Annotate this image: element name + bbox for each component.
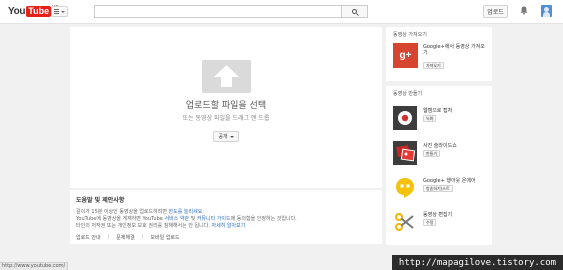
chevron-down-icon bbox=[229, 135, 234, 138]
help-text: 및 bbox=[189, 216, 197, 222]
bell-icon[interactable] bbox=[520, 6, 528, 15]
tool-label: Google+ 행아웃 온에어 bbox=[423, 178, 476, 184]
guide-icon bbox=[54, 9, 59, 14]
upload-button[interactable]: 업로드 bbox=[483, 5, 508, 18]
avatar[interactable] bbox=[541, 5, 552, 17]
search-button[interactable] bbox=[342, 5, 368, 18]
webcam-record-icon bbox=[393, 106, 417, 130]
blog-watermark: http://mapagilove.tistory.com bbox=[392, 255, 563, 270]
learn-more-link[interactable]: 자세히 알아보기 bbox=[212, 223, 246, 229]
tool-video-editor: 동영상 편집기 수정 bbox=[393, 210, 489, 238]
help-text: 길이가 15분 이상인 동영상을 업로드하려면 bbox=[76, 209, 169, 215]
import-videos-panel: 동영상 가져오기 g+ Google+에서 동영상 가져오기 가져오기 bbox=[386, 27, 492, 81]
tool-label: 동영상 편집기 bbox=[423, 212, 453, 218]
tool-label: 사진 슬라이드쇼 bbox=[423, 143, 457, 149]
divider: | bbox=[141, 234, 144, 240]
top-bar: You Tube KR 업로드 bbox=[0, 0, 563, 24]
increase-limit-link[interactable]: 한도를 늘리세요 bbox=[169, 209, 203, 215]
tool-hangouts: Google+ 행아웃 온에어 방송하기(스트 bbox=[393, 176, 489, 204]
create-slideshow-button[interactable]: 만들기 bbox=[423, 150, 441, 157]
mobile-upload-link[interactable]: 모바일 업로드 bbox=[150, 234, 179, 241]
help-text: . bbox=[202, 209, 204, 215]
tool-slideshow: 사진 슬라이드쇼 만들기 bbox=[393, 141, 489, 169]
import-button[interactable]: 가져오기 bbox=[423, 62, 444, 69]
upload-title[interactable]: 업로드할 파일을 선택 bbox=[70, 98, 382, 111]
help-panel: 도움말 및 제안사항 길이가 15분 이상인 동영상을 업로드하려면 한도를 늘… bbox=[70, 190, 382, 244]
help-title: 도움말 및 제안사항 bbox=[76, 197, 125, 204]
divider: | bbox=[107, 234, 110, 240]
hangouts-icon bbox=[393, 176, 417, 200]
help-text: YouTube에 동영상을 게재하면 YouTube bbox=[76, 216, 165, 222]
create-title: 동영상 만들기 bbox=[393, 91, 423, 97]
help-text: 타인의 저작권 또는 개인정보 보호 권리를 침해해서는 안 됩니다. bbox=[76, 223, 212, 229]
search-icon bbox=[352, 9, 357, 14]
help-line-copyright: 타인의 저작권 또는 개인정보 보호 권리를 침해해서는 안 됩니다. 자세히 … bbox=[76, 223, 376, 230]
google-plus-icon: g+ bbox=[393, 43, 418, 68]
help-footer: 업로드 안내 | 문제해결 | 모바일 업로드 bbox=[76, 234, 180, 241]
tool-label: 웹캠으로 캡처 bbox=[423, 108, 453, 114]
upload-guide-link[interactable]: 업로드 안내 bbox=[76, 234, 101, 241]
google-plus-import-text: Google+에서 동영상 가져오기 bbox=[423, 44, 485, 56]
privacy-dropdown[interactable]: 공개 bbox=[213, 131, 239, 142]
guide-button[interactable] bbox=[51, 6, 68, 17]
record-button[interactable]: 녹화 bbox=[423, 115, 437, 122]
troubleshooting-link[interactable]: 문제해결 bbox=[116, 234, 134, 241]
upload-subtitle: 또는 동영상 파일을 드래그 앤 드롭 bbox=[182, 115, 270, 122]
create-videos-panel: 동영상 만들기 웹캠으로 캡처 녹화 사진 슬라이드쇼 만들기 Google+ … bbox=[386, 86, 492, 245]
help-line-limit: 길이가 15분 이상인 동영상을 업로드하려면 한도를 늘리세요. bbox=[76, 209, 376, 216]
privacy-label: 공개 bbox=[218, 134, 228, 140]
logo-you-text: You bbox=[8, 6, 26, 17]
broadcast-button[interactable]: 방송하기(스트 bbox=[423, 185, 453, 192]
community-guidelines-link[interactable]: 커뮤니티 가이드 bbox=[197, 216, 231, 222]
browser-status-bar: http://www.youtube.com/ bbox=[0, 262, 68, 270]
upload-arrow-icon[interactable] bbox=[202, 60, 251, 93]
help-line-terms: YouTube에 동영상을 게재하면 YouTube 서비스 약관 및 커뮤니티… bbox=[76, 216, 376, 223]
upload-panel[interactable]: 업로드할 파일을 선택 또는 동영상 파일을 드래그 앤 드롭 공개 bbox=[70, 27, 382, 188]
photo-slideshow-icon bbox=[393, 141, 417, 165]
edit-button[interactable]: 수정 bbox=[423, 219, 437, 226]
scissors-icon bbox=[393, 210, 417, 234]
tool-webcam: 웹캠으로 캡처 녹화 bbox=[393, 106, 489, 134]
search-input[interactable] bbox=[94, 5, 342, 18]
logo-tube-text: Tube bbox=[26, 6, 52, 17]
import-title: 동영상 가져오기 bbox=[393, 32, 427, 38]
chevron-down-icon bbox=[61, 10, 65, 13]
help-text: 에 동의함을 인정하는 것입니다. bbox=[230, 216, 297, 222]
terms-of-service-link[interactable]: 서비스 약관 bbox=[164, 216, 189, 222]
